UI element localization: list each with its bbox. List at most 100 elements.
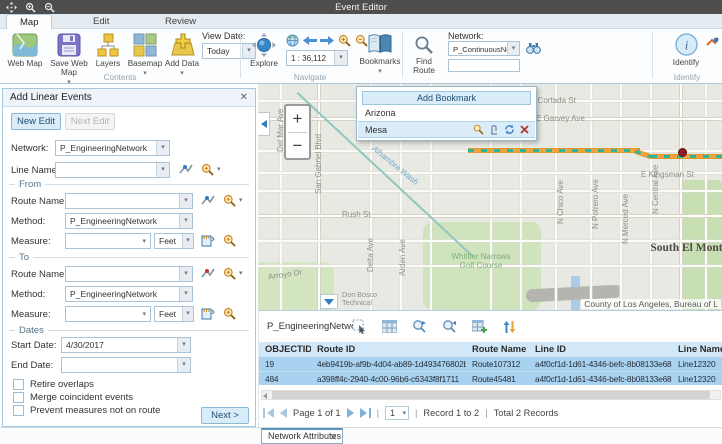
col-objectid[interactable]: OBJECTID — [259, 342, 311, 357]
previous-page-button[interactable] — [280, 408, 287, 418]
binoculars-icon[interactable] — [526, 42, 541, 54]
start-date-caret[interactable]: ▾ — [177, 338, 190, 352]
add-table-icon[interactable] — [471, 318, 488, 335]
bookmark-delete-icon[interactable] — [520, 125, 529, 134]
add-data-button[interactable]: Add Data ▾ — [164, 33, 200, 77]
pan-icon[interactable] — [3, 1, 19, 13]
select-line-on-map-icon[interactable] — [179, 163, 193, 177]
bookmarks-button[interactable]: Bookmarks ▾ — [358, 33, 402, 75]
identify-route-icon[interactable] — [706, 36, 719, 49]
bookmark-zoom-icon[interactable] — [473, 124, 484, 135]
line-name-caret[interactable]: ▾ — [156, 163, 169, 177]
zoom-out-icon[interactable] — [41, 1, 57, 13]
network-select-caret[interactable]: ▾ — [507, 42, 519, 55]
tab-review[interactable]: Review — [152, 14, 209, 29]
panel-close-icon[interactable]: ✕ — [240, 89, 248, 107]
identify-button[interactable]: i Identify — [666, 33, 706, 67]
panel-network-select[interactable]: P_EngineeringNetwork ▾ — [55, 140, 170, 156]
col-route-name[interactable]: Route Name — [466, 342, 529, 357]
basemap-button[interactable]: Basemap ▾ — [126, 33, 164, 77]
start-date-select[interactable]: 4/30/2017 ▾ — [61, 337, 191, 353]
first-page-button[interactable] — [263, 408, 274, 418]
prevent-measures-checkbox[interactable] — [13, 405, 24, 416]
bookmark-pan-icon[interactable] — [489, 124, 499, 135]
to-units-caret[interactable]: ▾ — [182, 307, 193, 321]
select-features-icon[interactable] — [351, 318, 368, 335]
next-button[interactable]: Next > — [201, 407, 249, 424]
tab-close-icon[interactable]: ✕ — [329, 431, 337, 443]
find-route-button[interactable]: Find Route — [404, 35, 444, 75]
bookmarks-dropdown-caret[interactable]: ▾ — [378, 69, 382, 75]
map-zoom-in-icon[interactable] — [338, 34, 351, 47]
from-measure-zoom-icon[interactable] — [223, 234, 236, 247]
tab-edit[interactable]: Edit — [80, 14, 122, 29]
from-method-caret[interactable]: ▾ — [179, 214, 192, 228]
tab-network-attributes[interactable]: Network Attributes ✕ — [261, 428, 343, 444]
to-method-select[interactable]: P_EngineeringNetwork ▾ — [65, 286, 193, 302]
bookmark-item-arizona[interactable]: Arizona — [358, 107, 535, 120]
to-measure-tool-icon[interactable] — [201, 307, 215, 320]
line-name-select[interactable]: ▾ — [55, 162, 170, 178]
to-measure-zoom-icon[interactable] — [223, 307, 236, 320]
map-zoom-in-button[interactable]: + — [286, 106, 309, 132]
next-extent-icon[interactable] — [320, 35, 334, 46]
from-route-name-select[interactable]: ▾ — [65, 193, 193, 209]
selected-route-segment[interactable] — [468, 148, 640, 153]
globe-icon[interactable] — [286, 34, 299, 47]
next-page-button[interactable] — [347, 408, 354, 418]
web-map-button[interactable]: Web Map — [4, 33, 46, 68]
scrollbar-thumb[interactable] — [272, 391, 710, 399]
collapse-table-button[interactable] — [320, 294, 338, 309]
from-route-name-caret[interactable]: ▾ — [179, 194, 192, 208]
from-method-select[interactable]: P_EngineeringNetwork ▾ — [65, 213, 193, 229]
scale-caret[interactable]: ▾ — [334, 51, 347, 65]
to-method-caret[interactable]: ▾ — [179, 287, 192, 301]
zoom-to-selected-icon[interactable] — [411, 318, 428, 335]
explore-button[interactable]: Explore — [246, 33, 282, 68]
table-row[interactable]: 484 a398ff4c-2940-4c00-96b6-c6343f8f1711… — [259, 371, 722, 385]
from-route-zoom-caret[interactable]: ▾ — [239, 198, 243, 204]
table-options-icon[interactable] — [381, 318, 398, 335]
last-page-button[interactable] — [360, 408, 371, 418]
from-measure-combo[interactable]: ▾ — [65, 233, 151, 249]
to-route-zoom-caret[interactable]: ▾ — [239, 271, 243, 277]
line-name-zoom-icon[interactable] — [201, 163, 214, 176]
from-select-route-icon[interactable] — [201, 194, 215, 208]
col-line-name[interactable]: Line Name — [672, 342, 722, 357]
line-name-zoom-caret[interactable]: ▾ — [217, 167, 221, 173]
next-edit-button[interactable]: Next Edit — [65, 113, 115, 130]
scale-select[interactable]: 1 : 36,112 ▾ — [286, 50, 348, 66]
panel-network-caret[interactable]: ▾ — [156, 141, 169, 155]
route-end-marker[interactable] — [678, 148, 687, 157]
bookmark-item-mesa[interactable]: Mesa — [358, 121, 535, 138]
tab-map[interactable]: Map — [6, 14, 52, 29]
col-route-id[interactable]: Route ID — [311, 342, 466, 357]
network-route-input[interactable] — [448, 59, 520, 72]
page-select[interactable]: 1▾ — [385, 406, 409, 420]
scroll-left-icon[interactable] — [263, 393, 267, 399]
merge-coincident-checkbox[interactable] — [13, 392, 24, 403]
new-edit-button[interactable]: New Edit — [11, 113, 61, 130]
end-date-select[interactable]: ▾ — [61, 357, 191, 373]
to-route-name-select[interactable]: ▾ — [65, 266, 193, 282]
sort-icon[interactable] — [501, 318, 518, 335]
pan-to-selected-icon[interactable] — [441, 318, 458, 335]
to-units-select[interactable]: Feet ▾ — [154, 306, 194, 322]
to-select-route-icon[interactable] — [201, 267, 215, 281]
to-route-zoom-icon[interactable] — [223, 267, 236, 280]
horizontal-scrollbar[interactable] — [261, 390, 721, 400]
from-route-zoom-icon[interactable] — [223, 194, 236, 207]
to-measure-caret[interactable]: ▾ — [142, 312, 146, 318]
selected-route-segment-east[interactable] — [651, 154, 722, 159]
to-route-name-caret[interactable]: ▾ — [179, 267, 192, 281]
from-measure-tool-icon[interactable] — [201, 234, 215, 247]
zoom-in-icon[interactable] — [22, 1, 38, 13]
table-row[interactable]: 19 4eb9419b-af9b-4d04-ab89-1d493476802b … — [259, 357, 722, 371]
layers-button[interactable]: Layers — [92, 33, 124, 68]
add-bookmark-button[interactable]: Add Bookmark — [362, 91, 531, 105]
network-select[interactable]: P_ContinuousNetwork ▾ — [448, 41, 520, 56]
previous-extent-icon[interactable] — [303, 35, 317, 46]
col-line-id[interactable]: Line ID — [529, 342, 672, 357]
from-measure-caret[interactable]: ▾ — [142, 239, 146, 245]
bookmark-refresh-icon[interactable] — [504, 124, 515, 135]
